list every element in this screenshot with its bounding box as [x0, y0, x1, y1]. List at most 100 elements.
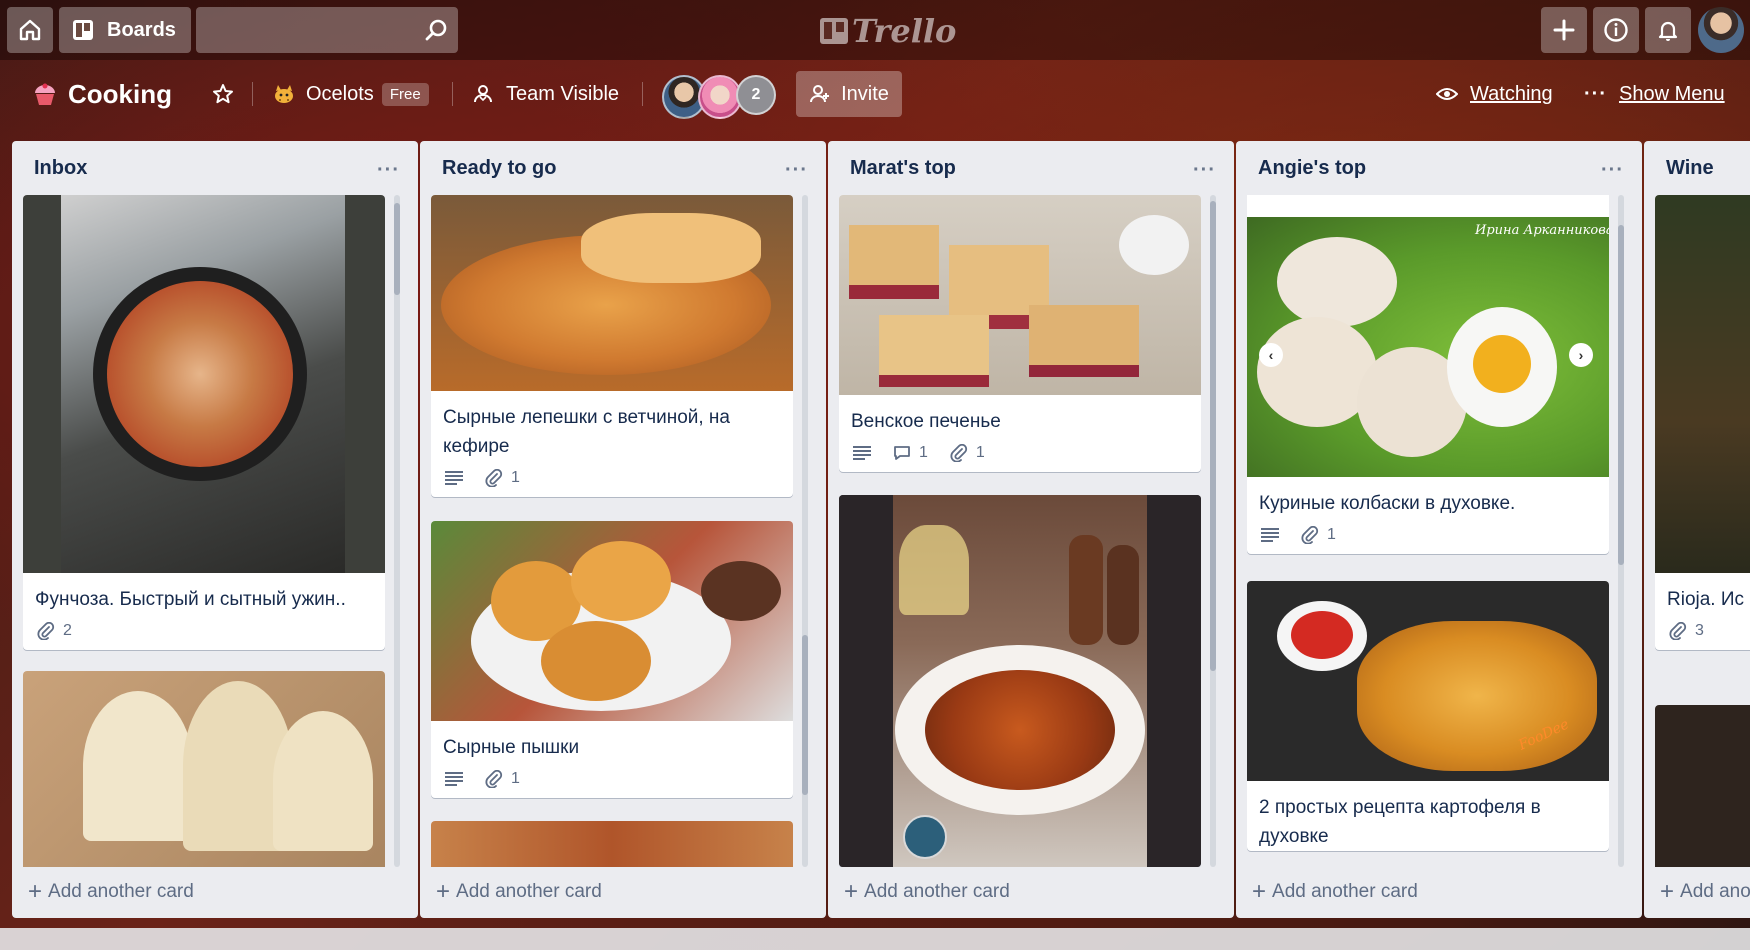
extra-members-count[interactable]: 2: [736, 75, 776, 115]
list-wine-viewport: Wine Rioja. Ис регионa) 3 + Add another …: [1644, 141, 1750, 918]
card[interactable]: Сырные лепешки с ветчиной, на кефире 1: [431, 195, 793, 497]
attachment-count: 1: [511, 770, 520, 787]
paperclip-icon: [1301, 526, 1319, 544]
team-plan-badge: Free: [381, 82, 429, 106]
search-input[interactable]: [204, 13, 418, 47]
card-title: Сырные лепешки с ветчиной, на кефире: [443, 407, 730, 457]
add-member-icon: [810, 85, 830, 103]
scrollbar-thumb[interactable]: [1210, 201, 1216, 671]
attachment-count: 2: [63, 622, 72, 639]
add-card-button[interactable]: + Add another card: [28, 876, 194, 908]
info-button[interactable]: [1593, 7, 1639, 53]
card[interactable]: FooDee 2 простых рецепта картофеля в дух…: [1247, 581, 1609, 851]
card[interactable]: Ирина Арканникова ‹ › Куриные колбаски в…: [1247, 195, 1609, 554]
card[interactable]: Фунчоза. Быстрый и сытный ужин.. 2: [23, 195, 385, 650]
scrollbar[interactable]: [394, 195, 400, 867]
card[interactable]: [431, 821, 793, 867]
list-menu-icon[interactable]: ···: [785, 159, 808, 182]
card-list: Венское печенье 1 1: [839, 195, 1201, 867]
card-list: Ирина Арканникова ‹ › Куриные колбаски в…: [1247, 195, 1609, 867]
list-inbox[interactable]: Inbox ··· Фунчоза. Быстрый и сытный ужин…: [12, 141, 418, 918]
card-title: Фунчоза. Быстрый и сытный ужин..: [35, 589, 346, 610]
plus-icon: +: [1252, 878, 1267, 905]
card[interactable]: Сырные пышки 1: [431, 521, 793, 798]
board-title[interactable]: Cooking: [32, 74, 172, 114]
list-title[interactable]: Inbox: [34, 157, 87, 180]
more-icon: ···: [1584, 82, 1607, 105]
search-icon[interactable]: [424, 18, 448, 42]
card-cover-image: [839, 495, 1201, 867]
list-title[interactable]: Wine: [1666, 157, 1714, 180]
invite-label: Invite: [841, 82, 889, 105]
attachment-badge: 1: [485, 469, 520, 487]
boards-label: Boards: [107, 18, 176, 41]
card-title: Венское печенье: [851, 411, 1001, 432]
boards-button[interactable]: Boards: [59, 7, 191, 53]
card[interactable]: Rioja. Ис регионa) 3: [1655, 195, 1750, 650]
add-card-button[interactable]: + Add another card: [436, 876, 602, 908]
plus-icon: +: [844, 878, 859, 905]
description-icon: [445, 772, 463, 786]
notifications-button[interactable]: [1645, 7, 1691, 53]
card-list: Сырные лепешки с ветчиной, на кефире 1 С…: [431, 195, 793, 867]
card-badges: 1 1: [839, 436, 1201, 472]
carousel-prev-icon[interactable]: ‹: [1259, 343, 1283, 367]
scrollbar-thumb[interactable]: [802, 635, 808, 795]
list-menu-icon[interactable]: ···: [377, 159, 400, 182]
list-menu-icon[interactable]: ···: [1193, 159, 1216, 182]
scrollbar[interactable]: [1210, 195, 1216, 867]
add-card-button[interactable]: + Add another card: [1660, 876, 1750, 908]
plus-icon: +: [436, 878, 451, 905]
horizontal-scrollbar[interactable]: [0, 928, 1750, 950]
ocelot-icon: [275, 85, 293, 103]
separator: [452, 82, 453, 106]
add-card-label: Add another card: [864, 881, 1010, 902]
invite-button[interactable]: Invite: [796, 71, 902, 117]
plus-icon: +: [1660, 878, 1675, 905]
add-card-button[interactable]: + Add another card: [1252, 876, 1418, 908]
list-angies-top[interactable]: Angie's top ··· Ирина Арканникова ‹ › Ку…: [1236, 141, 1642, 918]
add-card-label: Add another card: [1272, 881, 1418, 902]
user-avatar[interactable]: [1698, 7, 1744, 53]
visibility-button[interactable]: Team Visible: [472, 74, 619, 114]
list-title[interactable]: Marat's top: [850, 157, 956, 180]
list-menu-icon[interactable]: ···: [1601, 159, 1624, 182]
comment-icon: [894, 446, 910, 460]
carousel-next-icon[interactable]: ›: [1569, 343, 1593, 367]
description-badge: [445, 772, 463, 786]
eye-icon: [1436, 88, 1458, 100]
card[interactable]: [839, 495, 1201, 867]
watching-button[interactable]: Watching: [1436, 74, 1553, 114]
home-button[interactable]: [7, 7, 53, 53]
list-title[interactable]: Angie's top: [1258, 157, 1366, 180]
scrollbar[interactable]: [1618, 195, 1624, 867]
bell-icon: [1658, 21, 1678, 41]
scrollbar[interactable]: [802, 195, 808, 867]
comment-count: 1: [919, 444, 928, 461]
star-button[interactable]: [212, 74, 234, 114]
list-title[interactable]: Ready to go: [442, 157, 556, 180]
list-marats-top[interactable]: Marat's top ··· Венское печенье 1 1 + Ad…: [828, 141, 1234, 918]
card[interactable]: [1655, 705, 1750, 867]
card-title: Сырные пышки: [443, 737, 580, 758]
description-badge: [445, 471, 463, 485]
scrollbar-thumb[interactable]: [394, 203, 400, 295]
watching-label: Watching: [1470, 82, 1553, 105]
team-button[interactable]: Ocelots Free: [272, 74, 429, 114]
add-card-button[interactable]: + Add another card: [844, 876, 1010, 908]
add-card-label: Add another card: [48, 881, 194, 902]
show-menu-label: Show Menu: [1618, 82, 1725, 105]
team-visibility-icon: [474, 85, 492, 103]
team-name: Ocelots: [306, 82, 374, 105]
trello-logo[interactable]: Trello: [820, 12, 956, 50]
create-button[interactable]: [1541, 7, 1587, 53]
show-menu-button[interactable]: ··· Show Menu: [1584, 74, 1725, 114]
trello-logo-icon: [820, 18, 848, 44]
card[interactable]: Венское печенье 1 1: [839, 195, 1201, 472]
list-wine[interactable]: Wine Rioja. Ис регионa) 3 + Add another …: [1644, 141, 1750, 918]
search-box[interactable]: [196, 7, 458, 53]
card[interactable]: [23, 671, 385, 867]
card-cover-image: FooDee: [1247, 581, 1609, 781]
list-ready-to-go[interactable]: Ready to go ··· Сырные лепешки с ветчино…: [420, 141, 826, 918]
scrollbar-thumb[interactable]: [1618, 225, 1624, 565]
